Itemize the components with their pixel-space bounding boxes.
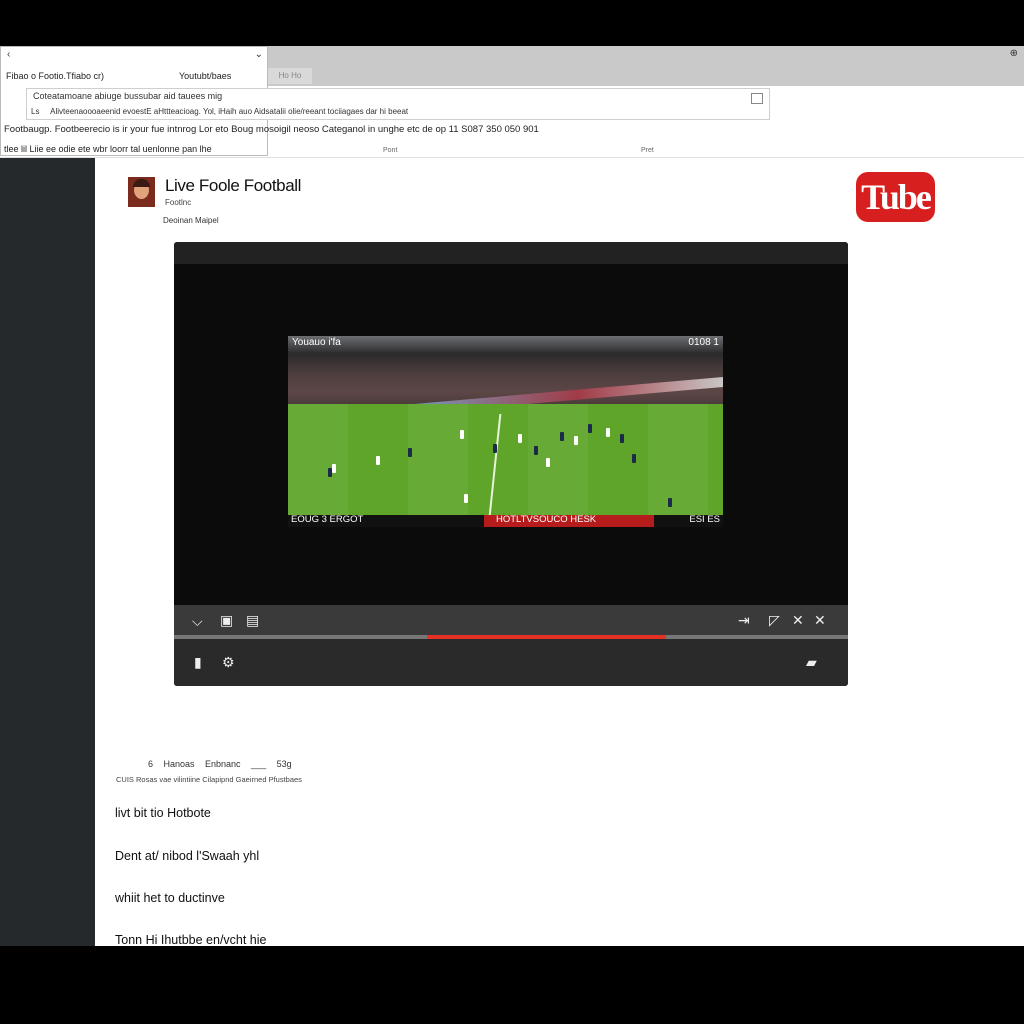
footballer	[620, 434, 624, 443]
video-stats: 6 Hanoas Enbnanc ___ 53g	[148, 759, 292, 769]
chevron-down-icon[interactable]: ⌵	[192, 614, 203, 628]
description-line-2: tlee lil Liie ee odie ete wbr loorr tal …	[4, 144, 212, 154]
footballer	[460, 430, 464, 439]
footballer	[328, 468, 332, 477]
avatar-hair	[133, 179, 150, 187]
footballer	[408, 448, 412, 457]
close-icon[interactable]: ✕	[814, 613, 826, 627]
halfway-line	[488, 414, 502, 516]
video-overlay-top-left: Youauo i'fa	[292, 337, 341, 348]
pitch	[288, 404, 723, 516]
search-line-2: Ls Alivteenaoooaeenid evoestE aHttteacio…	[31, 107, 408, 116]
chevron-left-icon[interactable]: ‹	[7, 49, 10, 60]
footballer	[560, 432, 564, 441]
search-line-2-text: Alivteenaoooaeenid evoestE aHttteacioag.…	[50, 107, 409, 116]
related-link[interactable]: Dent at/ nibod l'Swaah yhl	[115, 849, 259, 863]
footballer	[534, 446, 538, 455]
search-line-1: Coteatamoane abiuge bussubar aid tauees …	[33, 91, 223, 101]
footballer	[588, 424, 592, 433]
score-right: ESI ES	[689, 514, 720, 525]
footballer	[606, 428, 610, 437]
footballer	[546, 458, 550, 467]
dropdown-right-text: Youtubt/baes	[179, 71, 232, 81]
related-link[interactable]: Tonn Hi Ihutbbe en/vcht hie	[115, 933, 267, 947]
description-line-1: Footbaugp. Footbeerecio is ir your fue i…	[4, 124, 539, 135]
meta-right: Pret	[641, 147, 654, 154]
dropdown-left-text: Fibao o Footio.Tfiabo cr)	[6, 71, 105, 81]
score-bar: EOUG 3 ERGOT HOTLTVSOUCO HESK ESI ES	[288, 514, 723, 527]
pitch-stripe	[288, 404, 348, 516]
footballer	[518, 434, 522, 443]
footballer	[376, 456, 380, 465]
footballer	[464, 494, 468, 503]
video-overlay-top-right: 0108 1	[688, 337, 719, 348]
search-line-2-prefix: Ls	[31, 107, 40, 116]
expand-icon[interactable]: ✕	[792, 613, 804, 627]
score-center: HOTLTVSOUCO HESK	[496, 514, 597, 525]
pitch-stripe	[408, 404, 468, 516]
screen-icon[interactable]: ▤	[246, 613, 259, 627]
footballer	[493, 444, 497, 453]
footballer	[332, 464, 336, 473]
search-box[interactable]: Coteatamoane abiuge bussubar aid tauees …	[26, 88, 770, 120]
score-left: EOUG 3 ERGOT	[291, 514, 364, 525]
miniplayer-icon[interactable]: ◸	[769, 613, 780, 627]
channel-name[interactable]: Live Foole Football	[165, 176, 301, 196]
bottom-control-bar: ▮ ⚙ ▰	[174, 639, 848, 686]
video-player[interactable]: Youauo i'fa 0108 1 EOUG 3 ERGOT HOTLTVSO…	[174, 242, 848, 686]
meta-left: Pont	[383, 147, 398, 154]
left-rail	[0, 158, 95, 946]
video-frame[interactable]: Youauo i'fa 0108 1 EOUG 3 ERGOT HOTLTVSO…	[288, 336, 723, 527]
cast-icon[interactable]: ▰	[806, 655, 817, 669]
footballer	[574, 436, 578, 445]
youtube-logo[interactable]: Tube	[856, 172, 935, 222]
video-tags: CUIS Rosas vae vilintiine Cilapipnd Gaei…	[116, 775, 302, 784]
skip-icon[interactable]: ⇥	[738, 613, 750, 627]
related-link[interactable]: whiit het to ductinve	[115, 891, 225, 905]
pitch-stripe	[528, 404, 588, 516]
divider	[0, 157, 1024, 158]
footballer	[632, 454, 636, 463]
footballer	[668, 498, 672, 507]
settings-icon[interactable]: ⚙	[222, 655, 235, 669]
volume-icon[interactable]: ▮	[194, 655, 202, 669]
channel-avatar[interactable]	[128, 177, 155, 207]
captions-icon[interactable]: ▣	[220, 613, 233, 627]
info-icon[interactable]: ⊕	[1010, 48, 1018, 59]
related-link[interactable]: livt bit tio Hotbote	[115, 806, 211, 820]
channel-subtitle: Footlnc	[165, 198, 192, 207]
channel-subscribers: Deoinan Maipel	[163, 216, 219, 225]
control-bar: ⌵ ▣ ▤ ⇥ ◸ ✕ ✕	[174, 605, 848, 637]
checkbox[interactable]	[751, 93, 763, 104]
chevron-down-icon[interactable]: ⌄	[255, 49, 263, 60]
browser-tab[interactable]: Ho Ho	[268, 68, 312, 84]
player-top-strip	[174, 242, 848, 264]
pitch-stripe	[648, 404, 708, 516]
